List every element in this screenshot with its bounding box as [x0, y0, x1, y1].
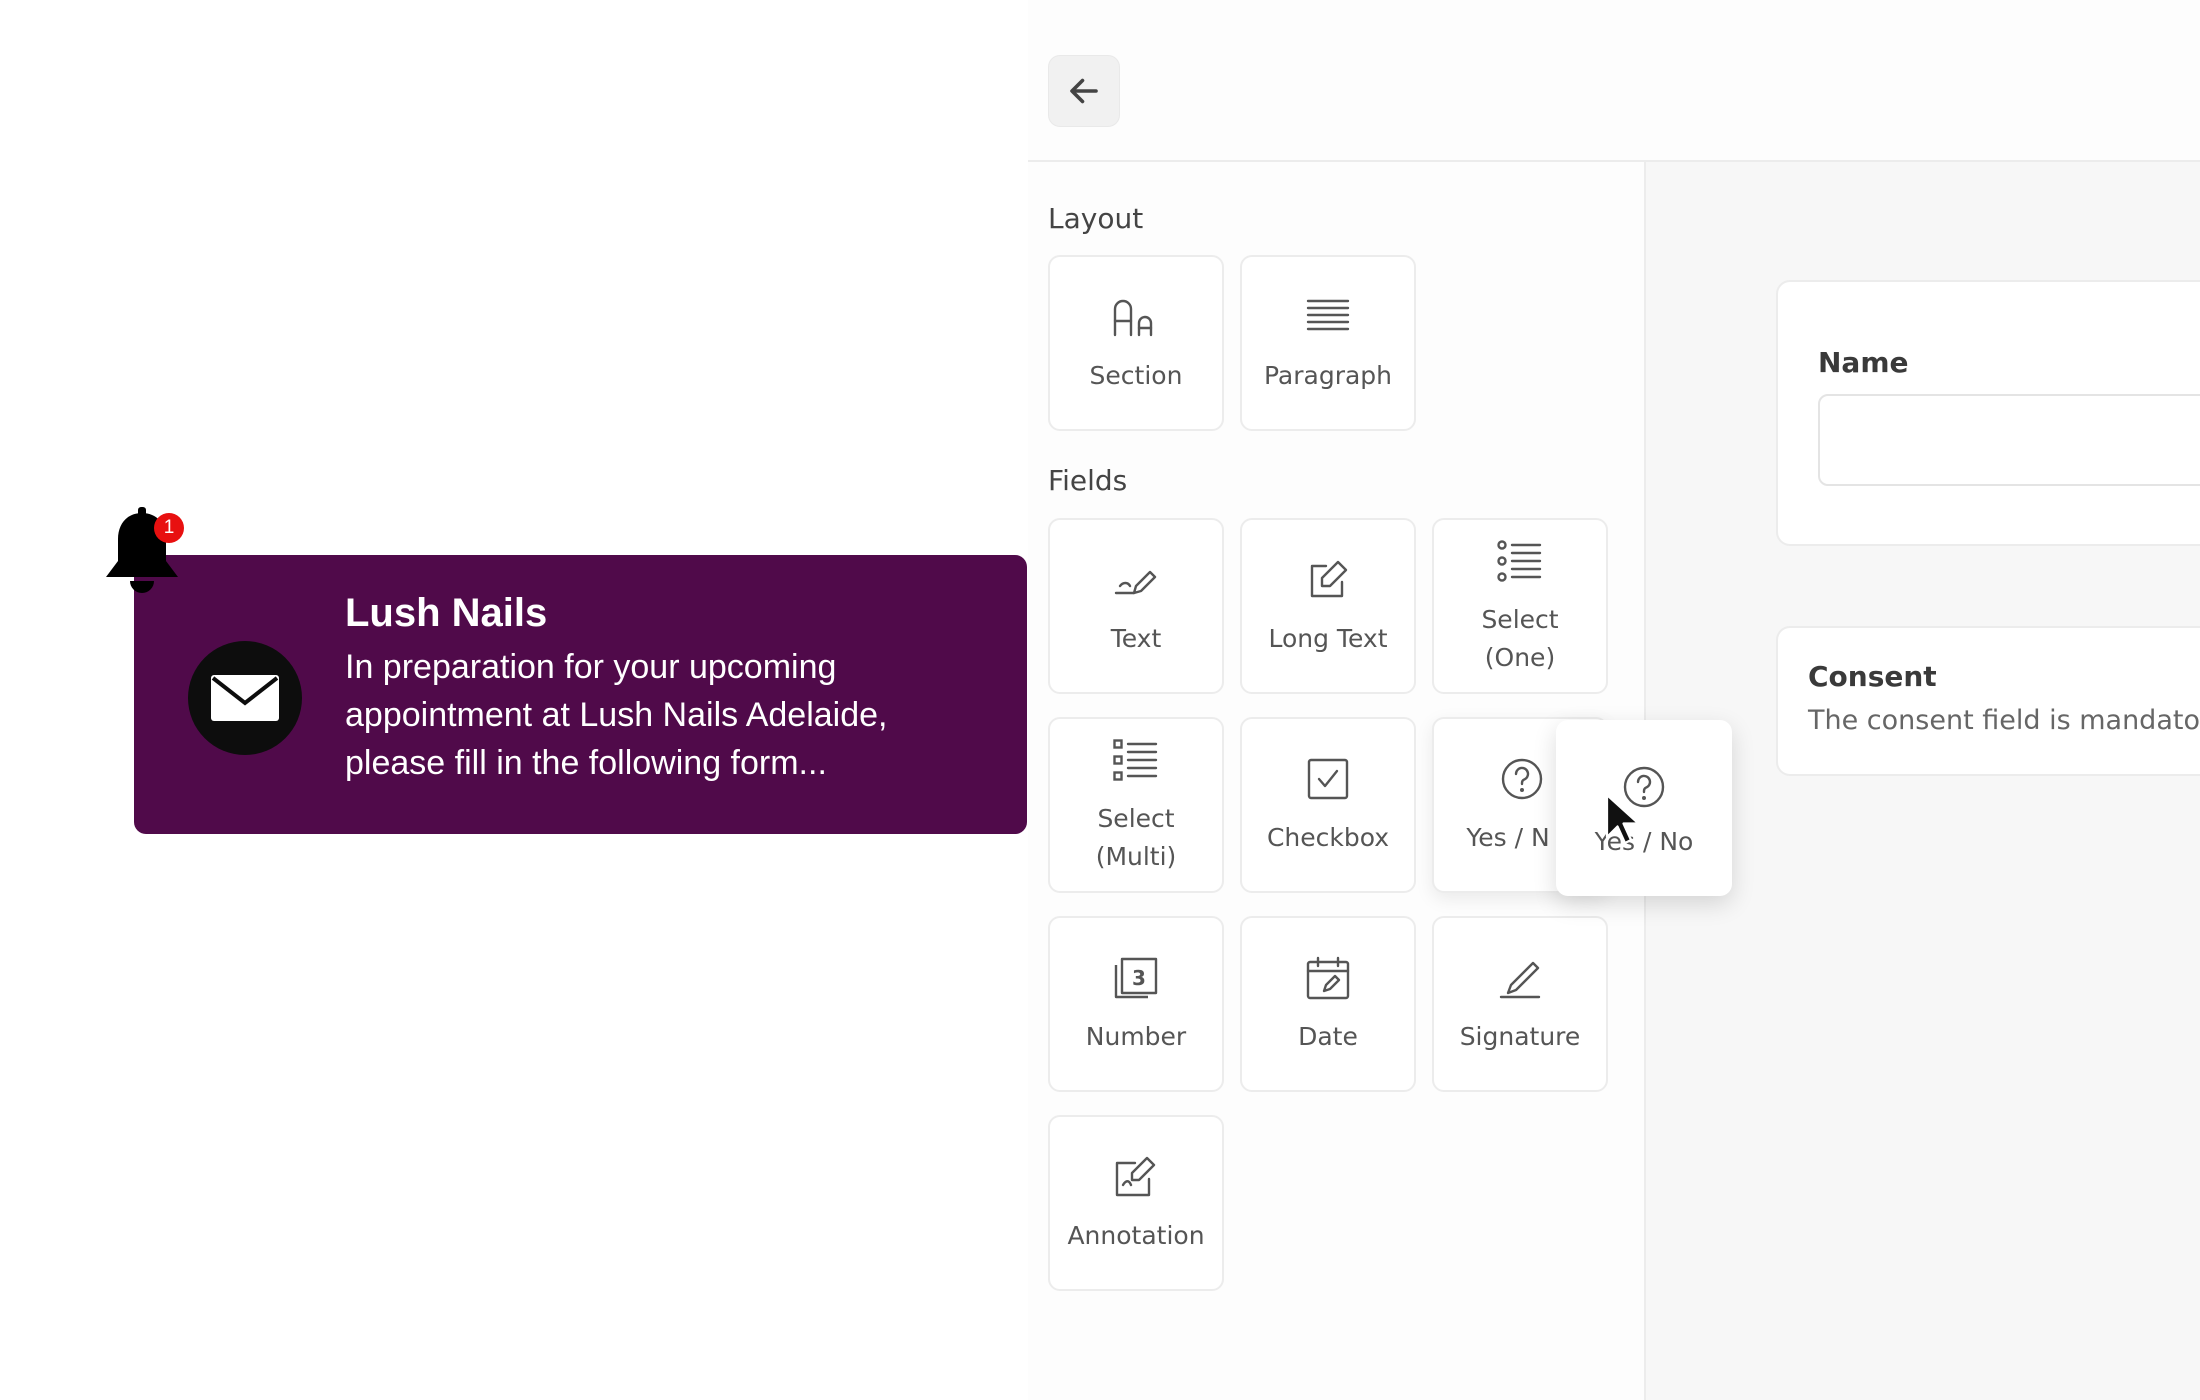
- drag-ghost-yes-no[interactable]: Yes / No: [1556, 720, 1732, 896]
- back-button[interactable]: [1048, 55, 1120, 127]
- tile-label: Select (One): [1481, 605, 1559, 672]
- tile-label: Paragraph: [1263, 361, 1393, 390]
- name-input[interactable]: [1818, 394, 2200, 486]
- tile-number[interactable]: 3 Number: [1048, 916, 1224, 1092]
- tile-section[interactable]: Section: [1048, 255, 1224, 431]
- annotation-icon: [1110, 1151, 1162, 1203]
- builder-topbar: [1028, 0, 2200, 162]
- tile-checkbox[interactable]: Checkbox: [1240, 717, 1416, 893]
- tile-label: Text: [1110, 624, 1162, 653]
- consent-label: Consent: [1808, 660, 1937, 693]
- tile-label: Yes / N: [1466, 823, 1550, 852]
- calendar-icon: [1302, 952, 1354, 1004]
- consent-description: The consent field is mandato: [1808, 705, 2200, 736]
- list-icon: [1494, 535, 1546, 587]
- notification-count-badge: 1: [154, 513, 184, 543]
- tile-long-text[interactable]: Long Text: [1240, 518, 1416, 694]
- pen-icon: [1110, 554, 1162, 606]
- tile-label: Checkbox: [1266, 823, 1390, 852]
- tile-text[interactable]: Text: [1048, 518, 1224, 694]
- name-label: Name: [1818, 346, 1909, 379]
- tile-label: Select (Multi): [1095, 804, 1177, 871]
- tile-label: Signature: [1459, 1022, 1581, 1051]
- tile-date[interactable]: Date: [1240, 916, 1416, 1092]
- layout-heading: Layout: [1048, 202, 1144, 235]
- question-icon: [1496, 753, 1548, 805]
- notification-banner[interactable]: Lush Nails In preparation for your upcom…: [134, 555, 1027, 834]
- tile-label: Date: [1298, 1022, 1358, 1051]
- fields-heading: Fields: [1048, 464, 1128, 497]
- svg-text:3: 3: [1132, 966, 1146, 990]
- paragraph-icon: [1302, 291, 1354, 343]
- consent-field-card[interactable]: [1776, 626, 2200, 776]
- section-icon: [1110, 291, 1162, 343]
- tile-label: Section: [1089, 361, 1183, 390]
- tile-label: Annotation: [1067, 1221, 1205, 1250]
- notification-title: Lush Nails: [345, 591, 548, 635]
- tile-label: Long Text: [1268, 624, 1388, 653]
- list-icon: [1110, 734, 1162, 786]
- tile-signature[interactable]: Signature: [1432, 916, 1608, 1092]
- notification-body: In preparation for your upcoming appoint…: [345, 648, 888, 782]
- mail-icon: [188, 641, 302, 755]
- edit-icon: [1302, 554, 1354, 606]
- checkbox-icon: [1302, 753, 1354, 805]
- signature-icon: [1494, 952, 1546, 1004]
- tile-paragraph[interactable]: Paragraph: [1240, 255, 1416, 431]
- tile-select-one[interactable]: Select (One): [1432, 518, 1608, 694]
- tile-label: Number: [1085, 1022, 1187, 1051]
- mouse-cursor-icon: [1605, 793, 1640, 845]
- arrow-left-icon: [1070, 78, 1098, 104]
- tile-select-multi[interactable]: Select (Multi): [1048, 717, 1224, 893]
- tile-annotation[interactable]: Annotation: [1048, 1115, 1224, 1291]
- number-icon: 3: [1110, 952, 1162, 1004]
